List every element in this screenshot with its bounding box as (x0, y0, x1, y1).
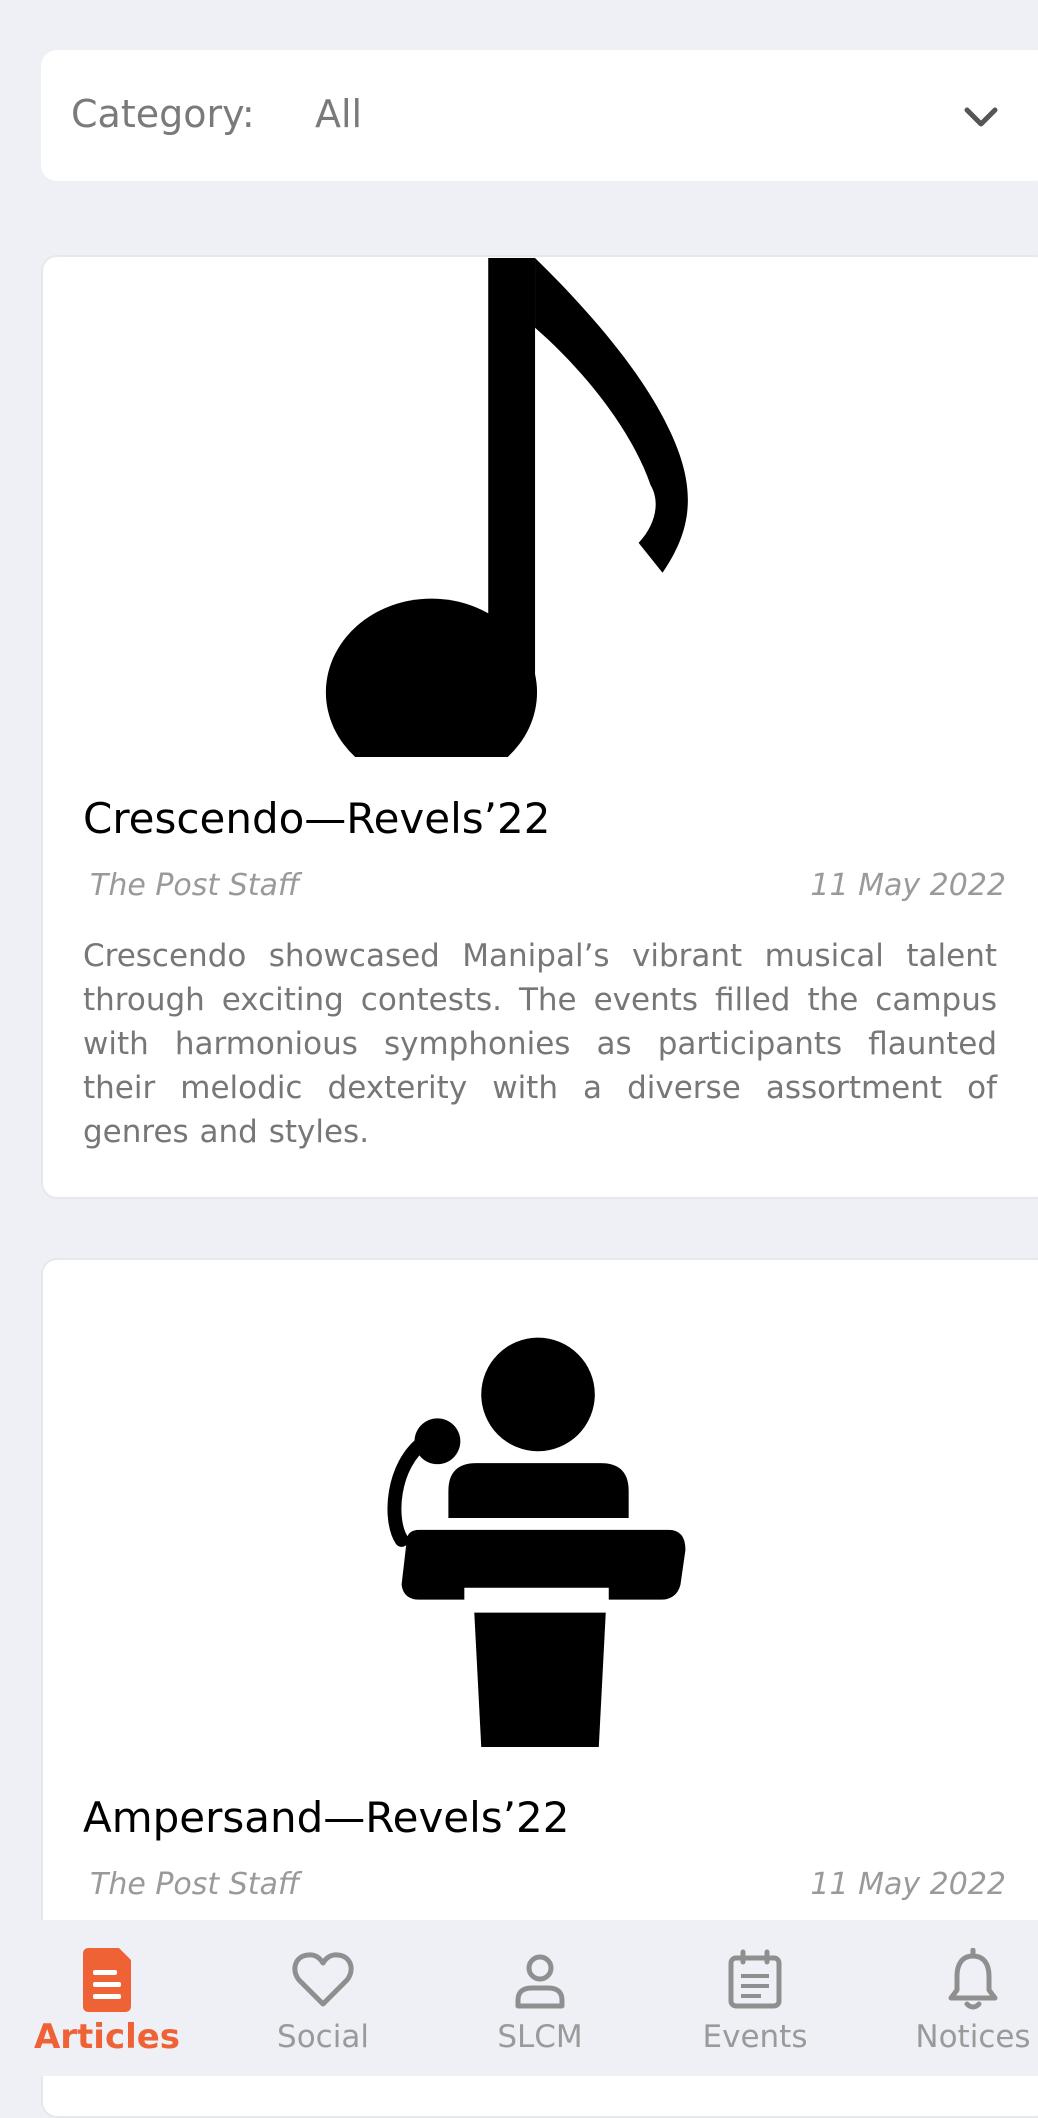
user-icon (515, 1954, 565, 2009)
article-title: Ampersand—Revels’22 (83, 1793, 570, 1842)
heart-icon (292, 1952, 354, 2007)
article-card[interactable]: Crescendo—Revels’22 The Post Staff 11 Ma… (41, 255, 1038, 1199)
nav-item-slcm[interactable]: SLCM (440, 1920, 640, 2076)
nav-item-articles[interactable]: Articles (7, 1920, 207, 2076)
bottom-navigation: Articles Social SLCM Events Notices (0, 1920, 1038, 2076)
chevron-down-icon (964, 107, 998, 127)
nav-item-notices[interactable]: Notices (873, 1920, 1038, 2076)
category-dropdown[interactable]: Category: All (41, 50, 1038, 181)
nav-item-events[interactable]: Events (655, 1920, 855, 2076)
speaker-podium-icon (387, 1337, 686, 1748)
article-summary: Crescendo showcased Manipal’s vibrant mu… (83, 938, 997, 1150)
article-author: The Post Staff (90, 1867, 300, 1902)
nav-label-events: Events (702, 2019, 808, 2055)
nav-label-social: Social (277, 2019, 369, 2055)
nav-label-articles: Articles (33, 2017, 181, 2057)
document-icon (83, 1948, 131, 2012)
category-selected-value: All (315, 92, 363, 136)
article-date: 11 May 2022 (810, 868, 1006, 903)
bell-icon (948, 1948, 998, 2010)
article-author: The Post Staff (90, 868, 300, 903)
category-label: Category: (71, 92, 255, 136)
calendar-icon (728, 1949, 782, 2009)
nav-label-slcm: SLCM (497, 2019, 583, 2055)
article-date: 11 May 2022 (810, 1867, 1006, 1902)
music-note-icon (325, 257, 688, 757)
nav-label-notices: Notices (915, 2019, 1031, 2055)
article-title: Crescendo—Revels’22 (83, 794, 551, 843)
nav-item-social[interactable]: Social (223, 1920, 423, 2076)
